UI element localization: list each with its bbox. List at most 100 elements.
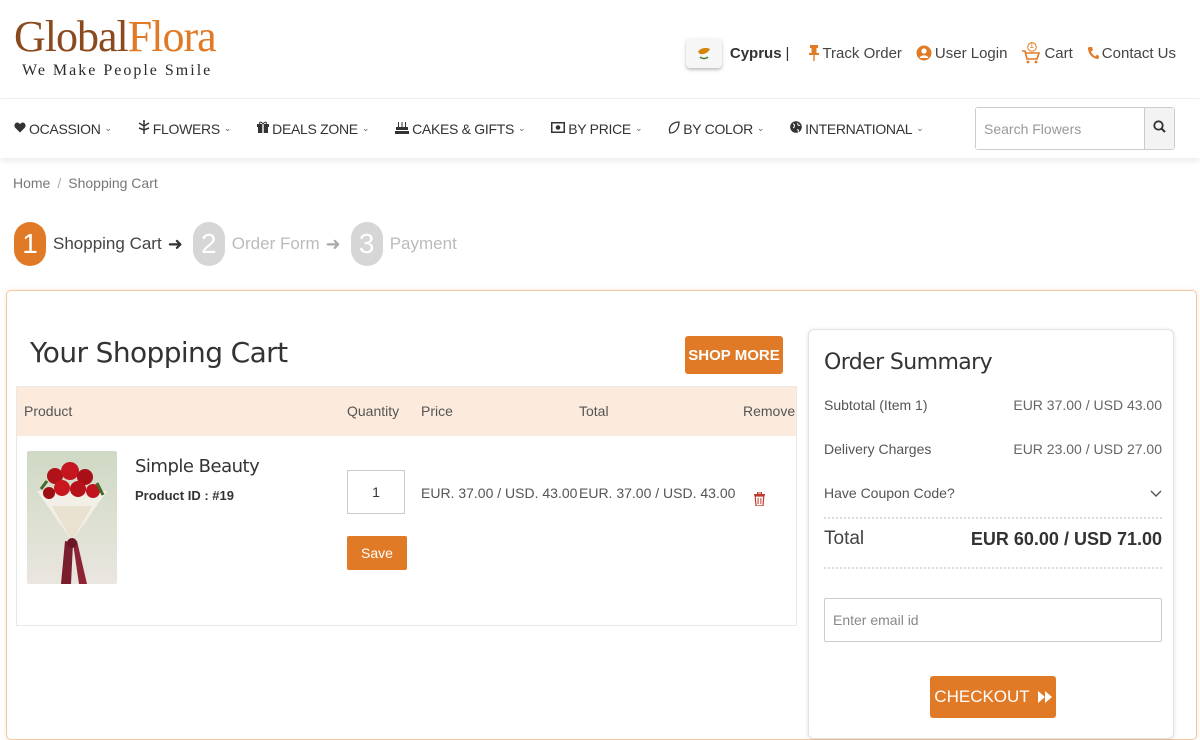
step-number: 2 [192, 222, 225, 266]
track-order-link[interactable]: Track Order [809, 44, 902, 62]
delivery-row: Delivery Charges EUR 23.00 / USD 27.00 [824, 441, 1162, 457]
table-row: Simple Beauty Product ID : #19 Save EUR.… [17, 436, 796, 626]
shop-more-button[interactable]: SHOP MORE [685, 336, 783, 374]
order-summary: Order Summary Subtotal (Item 1) EUR 37.0… [808, 329, 1174, 739]
chevron-down-icon: ⌄ [518, 123, 526, 133]
product-id: Product ID : #19 [135, 488, 234, 503]
nav-item-flowers[interactable]: FLOWERS ⌄ [138, 120, 231, 137]
chevron-down-icon: ⌄ [634, 123, 643, 133]
fast-forward-icon [1037, 691, 1052, 703]
cart-title: Your Shopping Cart [30, 336, 288, 369]
checkout-button[interactable]: CHECKOUT [930, 676, 1056, 718]
nav-label: BY PRICE [568, 120, 631, 137]
header-price: Price [421, 403, 453, 419]
main-nav: OCASSION ⌄ FLOWERS ⌄ DEALS ZONE ⌄ CAKES … [0, 98, 1200, 158]
user-login-link[interactable]: User Login [916, 44, 1008, 62]
total-row: Total EUR 60.00 / USD 71.00 [824, 528, 1162, 550]
nav-item-deals-zone[interactable]: DEALS ZONE ⌄ [257, 120, 369, 137]
contact-us-label: Contact Us [1101, 44, 1176, 62]
step-label: Payment [389, 234, 457, 253]
nav-item-international[interactable]: INTERNATIONAL ⌄ [790, 120, 924, 137]
nav-label: FLOWERS [152, 120, 220, 137]
trash-icon[interactable] [754, 491, 765, 511]
save-button[interactable]: Save [347, 536, 407, 570]
nav-label: CAKES & GIFTS [412, 120, 515, 137]
search-input[interactable] [976, 108, 1144, 149]
subtotal-value: EUR 37.00 / USD 43.00 [1013, 397, 1162, 413]
user-icon [916, 45, 932, 61]
checkout-steps: 1 Shopping Cart ➜ 2 Order Form ➜ 3 Payme… [14, 222, 467, 266]
step-label: Shopping Cart [53, 234, 162, 253]
divider [824, 567, 1162, 569]
email-field[interactable] [824, 598, 1162, 642]
total-label: Total [824, 528, 865, 549]
nav-label: INTERNATIONAL [805, 120, 913, 137]
cart-table: Product Quantity Price Total Remove Simp… [16, 386, 797, 626]
chevron-down-icon [1150, 485, 1162, 501]
divider [824, 517, 1162, 519]
header-product: Product [24, 403, 73, 419]
breadcrumb: Home / Shopping Cart [13, 175, 158, 191]
step-payment: 3 Payment [350, 222, 457, 266]
subtotal-row: Subtotal (Item 1) EUR 37.00 / USD 43.00 [824, 397, 1162, 413]
search-box [975, 107, 1175, 150]
cake-icon [395, 121, 410, 137]
breadcrumb-home[interactable]: Home [13, 175, 50, 191]
step-label: Order Form [231, 234, 320, 253]
chevron-down-icon: ⌄ [361, 123, 370, 133]
step-order-form: 2 Order Form ➜ [192, 222, 341, 266]
chevron-down-icon: ⌄ [223, 123, 232, 133]
country-selector[interactable]: Cyprus | [685, 38, 798, 68]
quantity-input[interactable] [347, 470, 405, 514]
breadcrumb-current: Shopping Cart [68, 175, 158, 191]
product-image[interactable] [27, 451, 117, 584]
step-shopping-cart: 1 Shopping Cart ➜ [14, 222, 183, 266]
nav-item-by-color[interactable]: BY COLOR ⌄ [668, 120, 764, 137]
logo-flora-text: Flora [127, 12, 217, 61]
delivery-value: EUR 23.00 / USD 27.00 [1013, 441, 1162, 457]
leaf-icon [668, 120, 680, 137]
header-quantity: Quantity [347, 403, 400, 419]
chevron-down-icon: ⌄ [104, 123, 113, 133]
product-total: EUR. 37.00 / USD. 43.00 [579, 485, 736, 501]
total-value: EUR 60.00 / USD 71.00 [970, 528, 1162, 549]
coupon-label: Have Coupon Code? [824, 485, 955, 501]
product-name[interactable]: Simple Beauty [135, 456, 260, 477]
nav-item-by-price[interactable]: BY PRICE ⌄ [551, 120, 643, 137]
user-login-label: User Login [934, 44, 1008, 62]
nav-menu: OCASSION ⌄ FLOWERS ⌄ DEALS ZONE ⌄ CAKES … [14, 120, 950, 137]
cart-link[interactable]: 1 Cart [1021, 41, 1073, 64]
contact-us-link[interactable]: Contact Us [1087, 45, 1176, 62]
search-button[interactable] [1144, 108, 1174, 149]
header-total: Total [579, 403, 609, 419]
search-icon [1153, 119, 1166, 138]
nav-label: BY COLOR [683, 120, 753, 137]
logo-global-text: Global [14, 12, 129, 61]
heart-icon [14, 122, 26, 136]
globe-icon [790, 121, 802, 136]
logo[interactable]: GlobalFlora We Make People Smile [14, 12, 217, 80]
coupon-toggle[interactable]: Have Coupon Code? [824, 485, 1162, 501]
summary-title: Order Summary [824, 350, 993, 375]
chevron-down-icon: ⌄ [916, 123, 924, 133]
checkout-label: CHECKOUT [934, 687, 1030, 706]
subtotal-label: Subtotal (Item 1) [824, 397, 928, 413]
logo-tagline: We Make People Smile [22, 62, 213, 79]
cart-label: Cart [1044, 44, 1073, 62]
nav-item-ocassion[interactable]: OCASSION ⌄ [14, 120, 112, 137]
track-order-label: Track Order [822, 44, 902, 62]
breadcrumb-separator: / [57, 175, 62, 191]
money-icon [551, 121, 566, 136]
phone-icon [1087, 46, 1099, 60]
flower-icon [138, 120, 150, 137]
chevron-down-icon: ⌄ [756, 123, 765, 133]
delivery-label: Delivery Charges [824, 441, 932, 457]
top-links: Cyprus | Track Order User Login 1 Cart C… [685, 38, 1176, 68]
nav-item-cakes-gifts[interactable]: CAKES & GIFTS ⌄ [395, 120, 526, 137]
logo-wordmark: GlobalFlora [14, 12, 217, 61]
step-number: 1 [14, 222, 46, 266]
country-separator: | [785, 44, 790, 62]
cart-icon: 1 [1021, 41, 1041, 64]
arrow-right-icon: ➜ [325, 233, 341, 254]
header-remove: Remove [743, 403, 796, 419]
